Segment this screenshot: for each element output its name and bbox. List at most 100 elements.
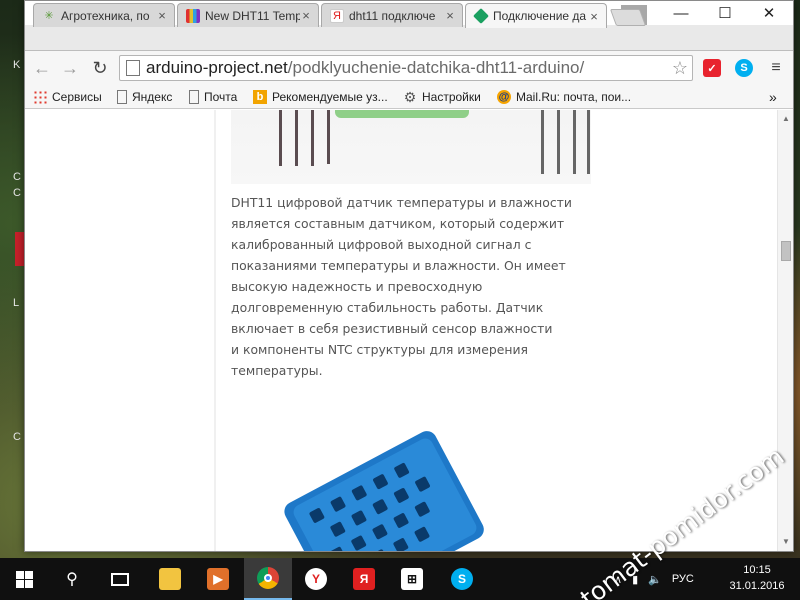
- article-text: DHT11 цифровой датчик температуры и влаж…: [231, 192, 587, 381]
- reload-icon[interactable]: ↻: [89, 57, 111, 79]
- skype-icon: S: [451, 568, 473, 590]
- sensor-pin: [541, 110, 544, 174]
- desktop-icon-partial[interactable]: C: [13, 188, 23, 199]
- url-path: /podklyuchenie-datchika-dht11-arduino/: [287, 58, 585, 77]
- column-divider: [214, 110, 216, 551]
- menu-icon[interactable]: ≡: [765, 57, 787, 79]
- bing-icon: b: [253, 90, 267, 104]
- bookmark-pochta[interactable]: Почта: [189, 88, 237, 106]
- chrome-icon: [257, 567, 279, 589]
- clock-date: 31.01.2016: [729, 580, 785, 592]
- sensor-pin: [587, 110, 590, 174]
- page-icon: [117, 90, 127, 104]
- desktop-icon-partial[interactable]: [15, 232, 24, 266]
- bookmarks-bar: Сервисы Яндекс Почта b Рекомендуемые уз.…: [25, 85, 793, 109]
- new-tab-button[interactable]: [609, 9, 647, 26]
- bookmarks-overflow-button[interactable]: »: [769, 88, 777, 106]
- article-line: калиброванный цифровой выходной сигнал с: [231, 237, 532, 252]
- search-icon: ⚲: [66, 571, 78, 588]
- bookmark-label: Mail.Ru: почта, пои...: [516, 90, 632, 104]
- leaf-icon: ✳: [44, 10, 54, 22]
- bookmark-recommended[interactable]: b Рекомендуемые уз...: [253, 88, 388, 106]
- media-player-button[interactable]: ▶: [194, 558, 242, 600]
- toolbar: ← → ↻ arduino-project.net/podklyuchenie-…: [25, 51, 793, 85]
- task-view-button[interactable]: [96, 558, 144, 600]
- task-view-icon: [111, 572, 129, 586]
- desktop-icon-partial[interactable]: C: [13, 172, 23, 183]
- dht11-sensor-image: [284, 431, 484, 551]
- close-tab-icon[interactable]: ×: [156, 8, 168, 23]
- bookmark-label: Сервисы: [52, 90, 102, 104]
- volume-icon[interactable]: 🔈: [648, 573, 662, 586]
- bookmark-star-icon[interactable]: ☆: [672, 58, 688, 79]
- apps-grid-icon: [33, 90, 47, 104]
- file-explorer-button[interactable]: [146, 558, 194, 600]
- tab-podkluchenie[interactable]: Подключение да ×: [465, 3, 607, 28]
- taskbar: ⚲ ▶ Y Я ⊞ S ∧ ▮ 🔈 РУС 10:15 31.01.2016: [0, 558, 800, 600]
- sensor-image-top: [231, 110, 591, 184]
- article-line: показаниями температуры и влажности. Он …: [231, 258, 566, 273]
- network-icon[interactable]: ▮: [632, 573, 638, 586]
- bookmark-settings[interactable]: ⚙ Настройки: [403, 88, 481, 106]
- back-arrow-icon[interactable]: ←: [31, 57, 53, 79]
- bookmark-services[interactable]: Сервисы: [33, 88, 102, 106]
- bookmark-label: Настройки: [422, 90, 481, 104]
- close-tab-icon[interactable]: ×: [444, 8, 456, 23]
- desktop-icon-partial[interactable]: C: [13, 432, 23, 443]
- scroll-down-arrow-icon[interactable]: ▼: [781, 537, 791, 547]
- language-indicator[interactable]: РУС: [672, 573, 694, 585]
- close-tab-icon[interactable]: ×: [588, 9, 600, 24]
- sensor-pin: [311, 110, 314, 166]
- minimize-button[interactable]: —: [659, 1, 703, 25]
- yandex-icon: Я: [353, 568, 375, 590]
- forward-arrow-icon[interactable]: →: [59, 57, 81, 79]
- clock-time: 10:15: [743, 564, 771, 576]
- tab-new-dht11[interactable]: New DHT11 Temp ×: [177, 3, 319, 27]
- scrollbar-thumb[interactable]: [781, 241, 791, 261]
- tab-dht11-search[interactable]: Я dht11 подключе ×: [321, 3, 463, 27]
- bookmark-yandex[interactable]: Яндекс: [117, 88, 172, 106]
- start-button[interactable]: [0, 558, 48, 600]
- gear-icon: ⚙: [403, 88, 417, 105]
- desktop-icon-partial[interactable]: L: [13, 298, 23, 309]
- scroll-up-arrow-icon[interactable]: ▲: [781, 114, 791, 124]
- vertical-scrollbar[interactable]: ▲ ▼: [777, 110, 793, 551]
- article-line: является составным датчиком, который сод…: [231, 216, 565, 231]
- yandex-button[interactable]: Я: [340, 558, 388, 600]
- bookmark-label: Рекомендуемые уз...: [272, 90, 388, 104]
- tab-label: Агротехника, по: [61, 8, 150, 23]
- browser-window: 👤 — ☐ ✕ ✳ Агротехника, по × New DHT11 Te…: [24, 0, 794, 552]
- bookmark-label: Почта: [204, 90, 238, 104]
- tab-label: Подключение да: [493, 9, 587, 23]
- folder-icon: [159, 568, 181, 590]
- sensor-pin: [295, 110, 298, 166]
- bookmark-mailru[interactable]: @ Mail.Ru: почта, пои...: [497, 88, 631, 106]
- close-tab-icon[interactable]: ×: [300, 8, 312, 23]
- store-icon: ⊞: [401, 568, 423, 590]
- maximize-button[interactable]: ☐: [703, 1, 747, 25]
- green-cube-icon: [473, 8, 489, 24]
- yandex-icon: Я: [330, 8, 344, 23]
- address-bar[interactable]: arduino-project.net/podklyuchenie-datchi…: [119, 55, 693, 81]
- sensor-pin: [557, 110, 560, 174]
- sensor-board: [335, 110, 469, 118]
- close-window-button[interactable]: ✕: [747, 1, 791, 25]
- desktop-icons: K C C L C: [0, 60, 24, 530]
- yandex-browser-icon: Y: [305, 568, 327, 590]
- chevron-up-icon[interactable]: ∧: [614, 573, 622, 586]
- antivirus-extension-icon[interactable]: ✓: [703, 59, 721, 77]
- desktop-icon-partial[interactable]: K: [13, 60, 23, 71]
- tab-agrotechnika[interactable]: ✳ Агротехника, по ×: [33, 3, 175, 27]
- bookmark-label: Яндекс: [132, 90, 173, 104]
- chrome-taskbar-button[interactable]: [244, 558, 292, 600]
- skype-taskbar-button[interactable]: S: [438, 558, 486, 600]
- article-line: DHT11 цифровой датчик температуры и влаж…: [231, 195, 572, 210]
- clock[interactable]: 10:15 31.01.2016: [724, 562, 790, 594]
- skype-extension-icon[interactable]: S: [735, 59, 753, 77]
- store-button[interactable]: ⊞: [388, 558, 436, 600]
- url-domain: arduino-project.net: [146, 58, 288, 77]
- search-button[interactable]: ⚲: [48, 558, 96, 600]
- media-player-icon: ▶: [207, 568, 229, 590]
- system-tray: ∧ ▮ 🔈 РУС: [614, 558, 694, 600]
- yandex-browser-button[interactable]: Y: [292, 558, 340, 600]
